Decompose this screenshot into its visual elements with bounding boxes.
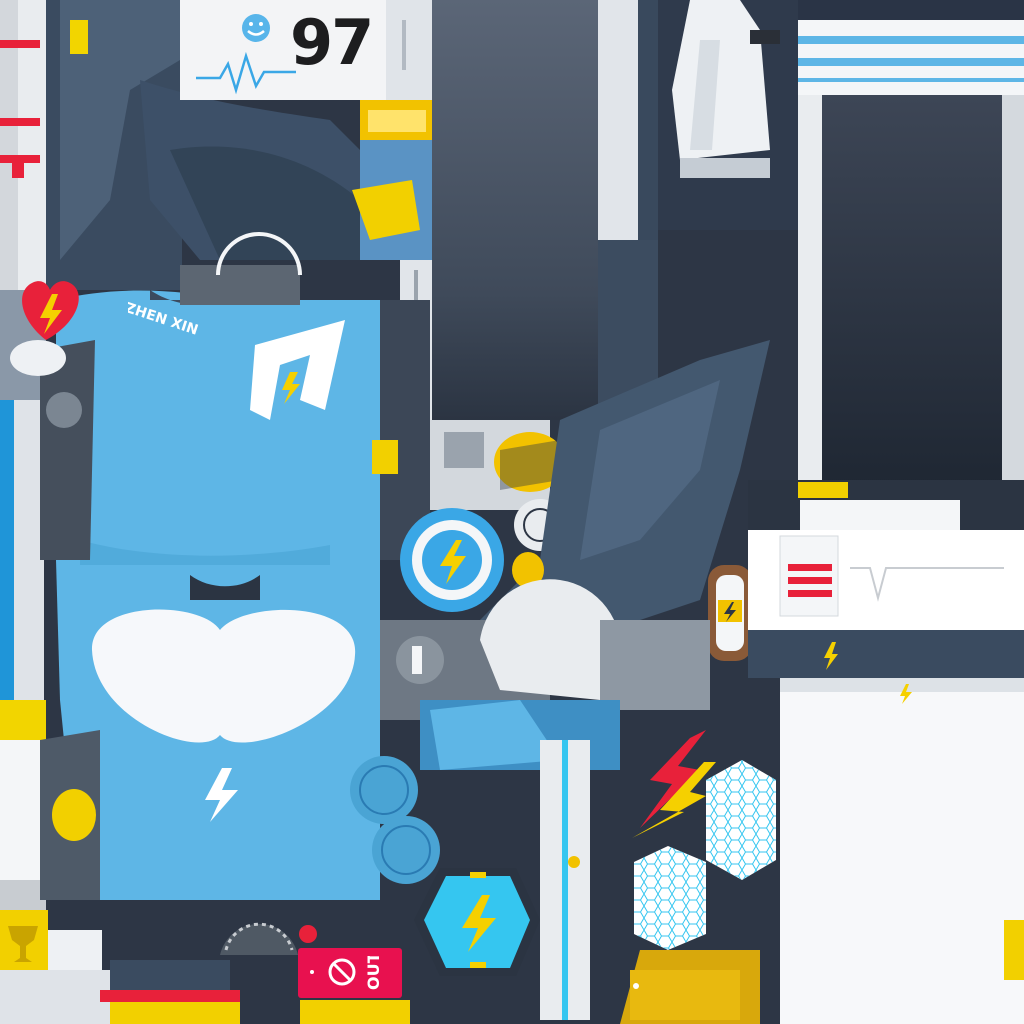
white-cloth [780, 678, 1024, 1024]
texture-atlas: 97 ZHEN XIN OUT [0, 0, 1024, 1024]
jersey-player-name: ZHEN XIN [128, 300, 201, 339]
monitor-reading: 97 [290, 6, 374, 79]
exit-sign-label: OUT [364, 956, 383, 990]
atlas-canvas: 97 ZHEN XIN OUT [0, 0, 1024, 1024]
battery-canister [708, 565, 752, 661]
left-edge-strip [0, 0, 46, 1024]
hexagon-bolt-icon [414, 868, 540, 976]
yellow-box [620, 950, 760, 1024]
top-right-stripes [798, 0, 1024, 95]
monitor-readout-holder: 97 [290, 6, 374, 79]
right-white-panel [748, 480, 1024, 678]
right-dark-panel [798, 95, 1024, 495]
locker-door-panel [432, 0, 658, 420]
jersey-name-holder: ZHEN XIN [128, 300, 201, 339]
jersey [56, 290, 380, 900]
towel-icon [658, 0, 798, 230]
smiley-icon [242, 14, 270, 42]
exit-sign-label-holder: OUT [364, 956, 383, 990]
support-rod [540, 740, 590, 1020]
